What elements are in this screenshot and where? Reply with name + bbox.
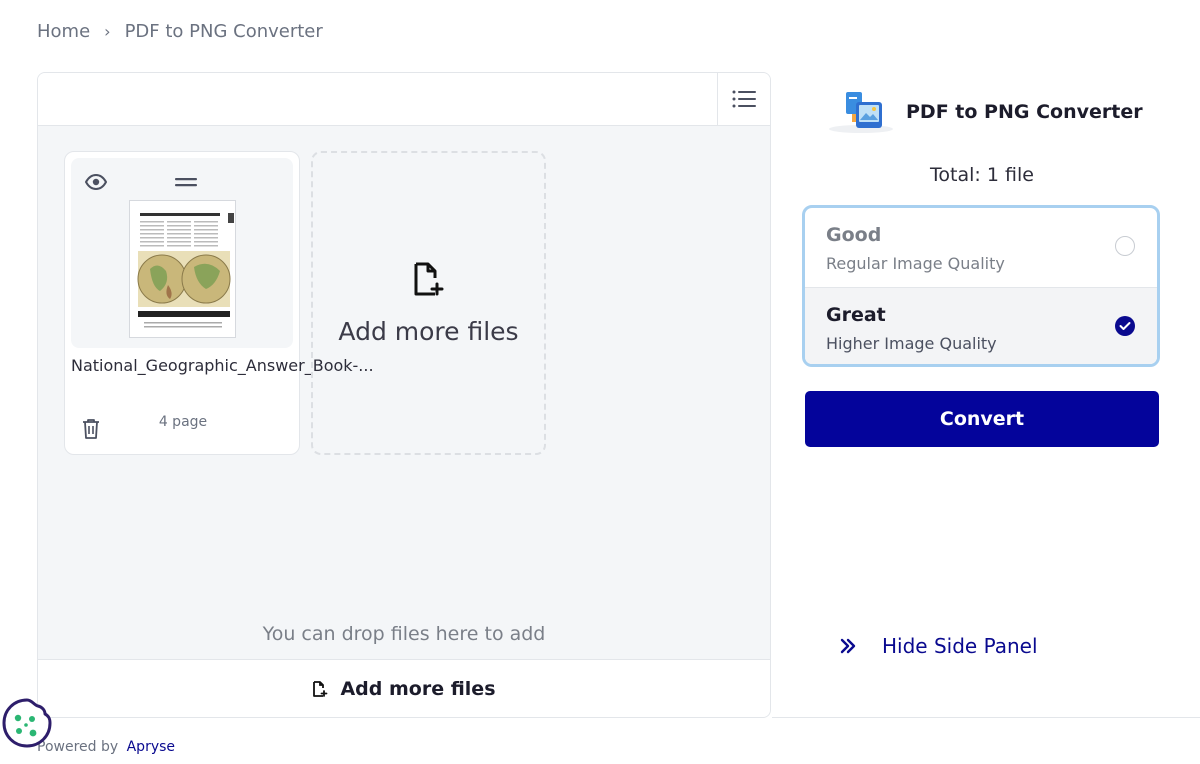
eye-icon[interactable] xyxy=(85,174,107,190)
file-plus-icon xyxy=(414,262,443,295)
quality-radio-good[interactable] xyxy=(1115,236,1135,256)
file-panel: National_Geographic_Answer_Book-... 4 pa… xyxy=(37,72,771,718)
quality-selector: Good Regular Image Quality Great Higher … xyxy=(802,205,1160,367)
panel-toolbar xyxy=(38,73,770,126)
breadcrumb-home[interactable]: Home xyxy=(37,21,90,42)
page-count: 4 page xyxy=(158,414,208,430)
checkmark-icon xyxy=(1119,322,1131,330)
file-card[interactable]: National_Geographic_Answer_Book-... 4 pa… xyxy=(64,151,374,455)
add-files-card[interactable]: Add more files xyxy=(311,151,546,455)
trash-icon[interactable] xyxy=(82,418,100,440)
quality-option-name: Great xyxy=(826,304,886,326)
convert-button[interactable]: Convert xyxy=(805,391,1159,447)
hide-side-panel-label: Hide Side Panel xyxy=(882,634,1038,658)
file-name: National_Geographic_Answer_Book-... xyxy=(71,356,374,375)
footer: Powered by Apryse xyxy=(37,739,175,755)
breadcrumb: Home › PDF to PNG Converter xyxy=(37,19,323,43)
side-panel: PDF to PNG Converter Total: 1 file Good … xyxy=(772,72,1200,718)
list-icon xyxy=(732,90,756,108)
breadcrumb-current: PDF to PNG Converter xyxy=(124,20,323,42)
quality-radio-great[interactable] xyxy=(1115,316,1135,336)
quality-option-name: Good xyxy=(826,224,882,246)
cookie-settings-button[interactable] xyxy=(1,697,53,749)
quality-option-great[interactable]: Great Higher Image Quality xyxy=(805,287,1157,364)
quality-option-description: Regular Image Quality xyxy=(826,254,1005,273)
brand-link[interactable]: Apryse xyxy=(127,739,175,755)
pdf-to-image-icon xyxy=(829,92,893,133)
file-plus-icon xyxy=(313,680,328,697)
drag-handle-icon[interactable] xyxy=(175,178,197,187)
double-chevron-right-icon xyxy=(840,638,856,654)
converter-title: PDF to PNG Converter xyxy=(906,101,1143,123)
bottom-add-files-button[interactable]: Add more files xyxy=(38,659,770,717)
bottom-add-files-label: Add more files xyxy=(340,677,496,700)
total-files: Total: 1 file xyxy=(930,164,1034,186)
file-thumbnail-area xyxy=(71,158,293,348)
pdf-page-thumbnail xyxy=(129,200,236,338)
breadcrumb-separator: › xyxy=(104,21,111,41)
converter-header: PDF to PNG Converter xyxy=(828,90,1143,134)
add-files-label: Add more files xyxy=(338,316,519,346)
quality-option-description: Higher Image Quality xyxy=(826,334,997,353)
cookie-icon xyxy=(2,698,52,748)
drop-hint: You can drop files here to add xyxy=(262,623,546,645)
quality-option-good[interactable]: Good Regular Image Quality xyxy=(805,208,1157,286)
hide-side-panel-button[interactable]: Hide Side Panel xyxy=(840,634,1038,658)
list-view-button[interactable] xyxy=(717,73,770,125)
